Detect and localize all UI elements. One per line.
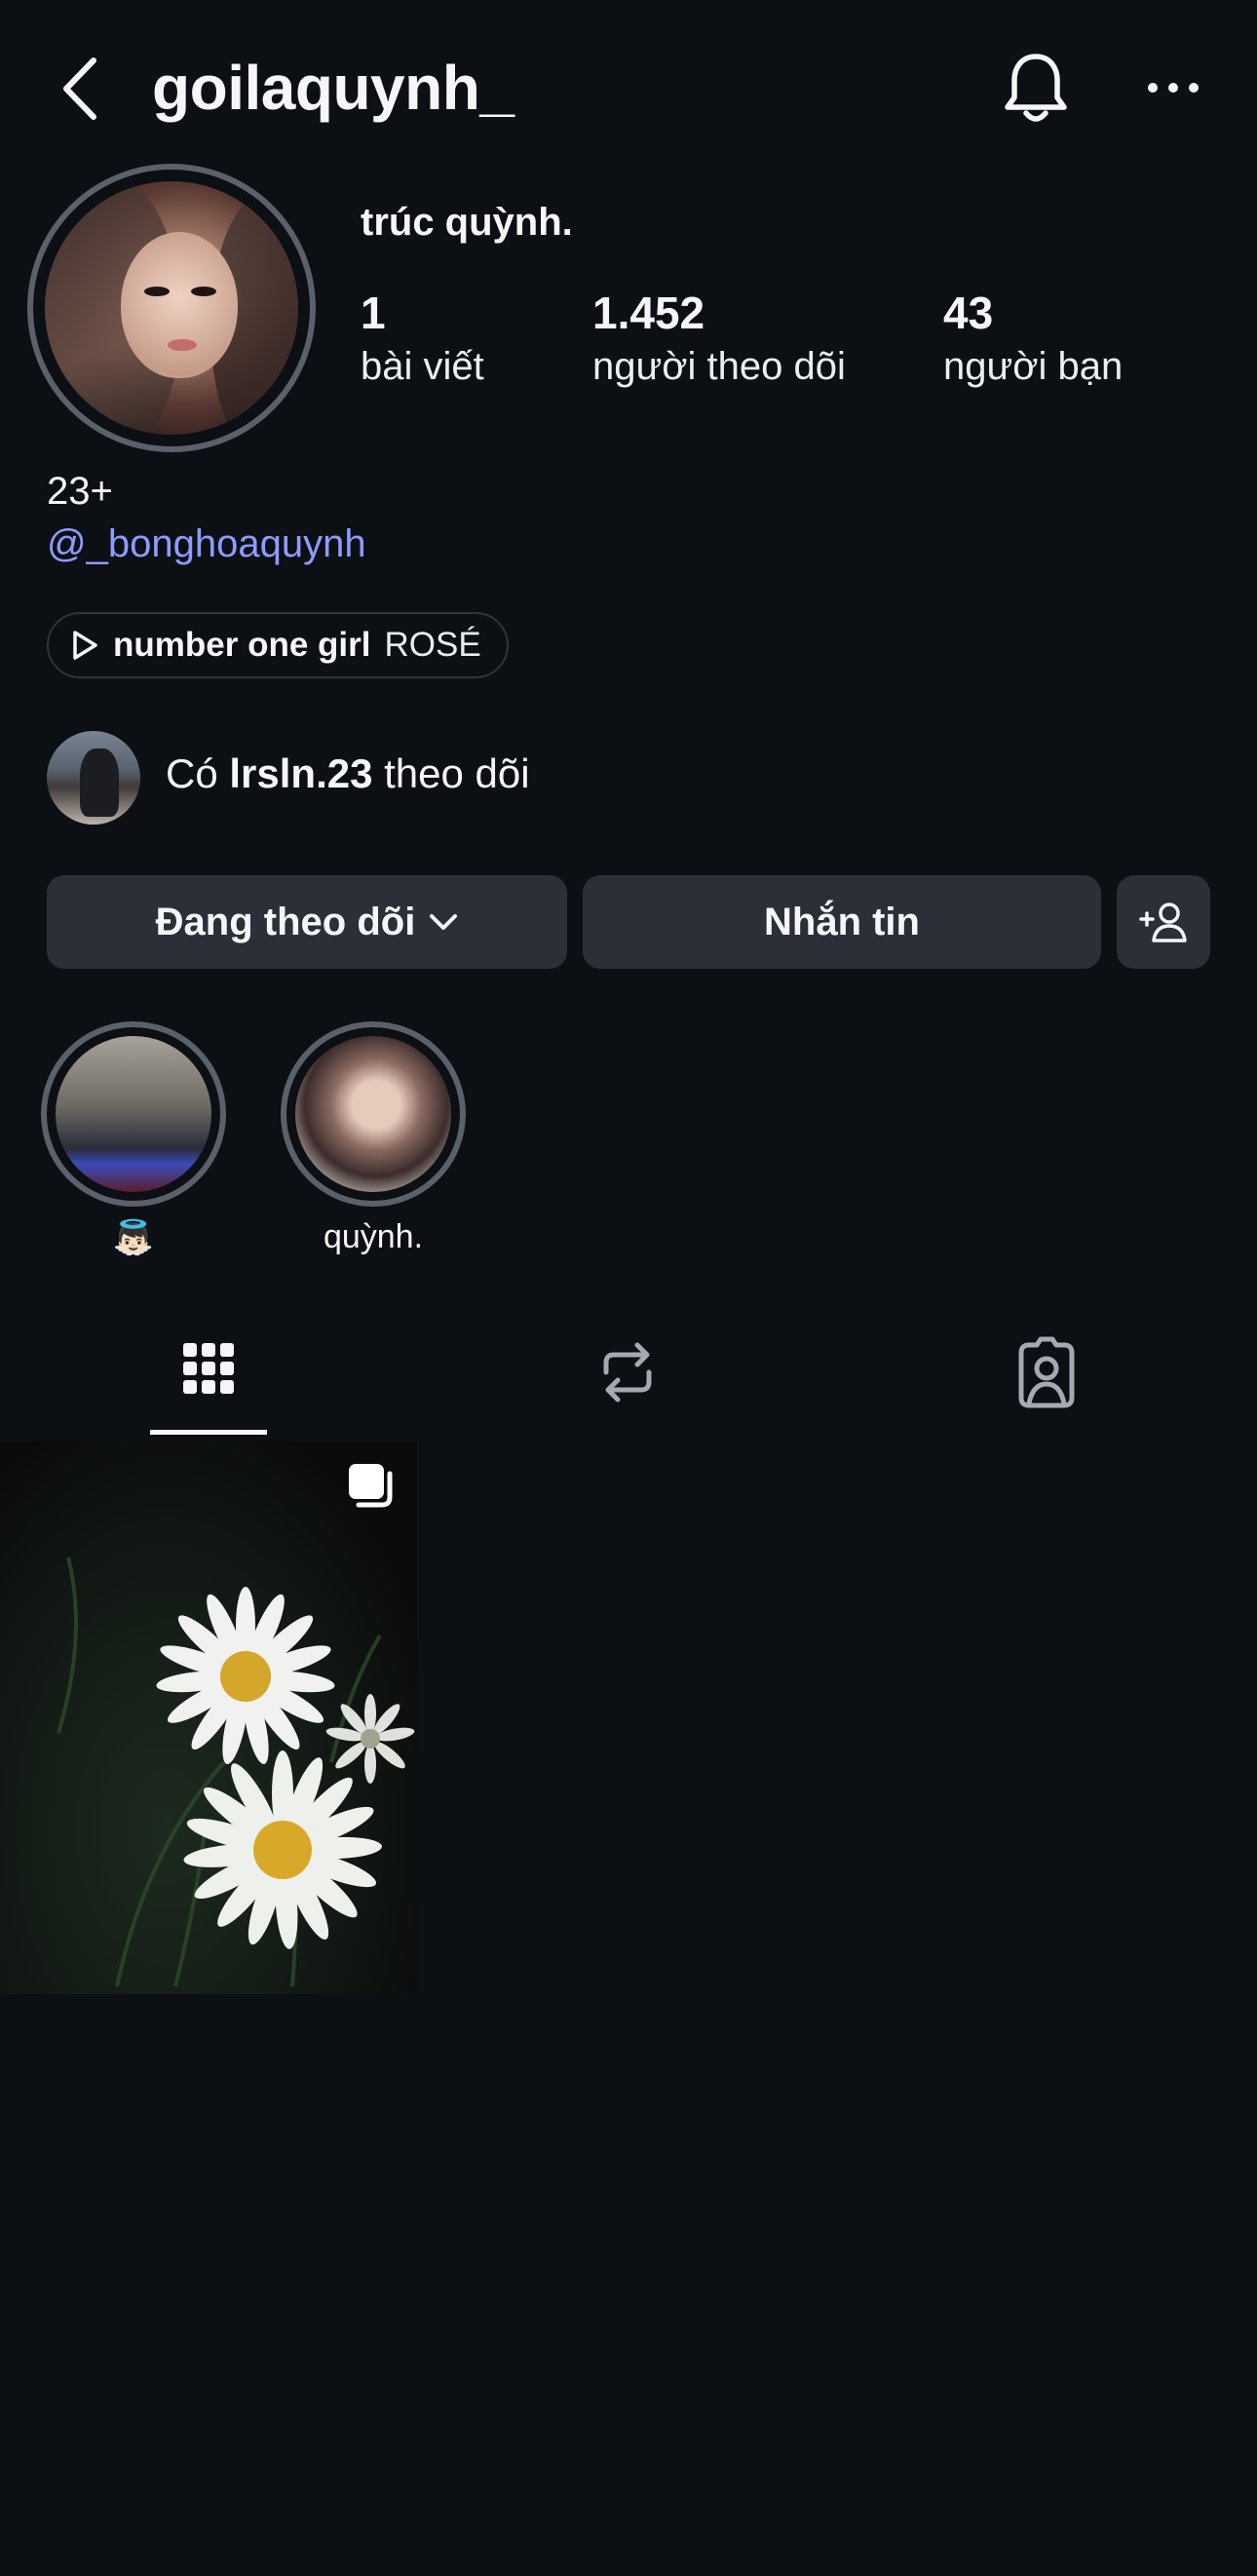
bell-icon [1005,54,1067,122]
profile-avatar[interactable] [45,181,298,435]
stat-value: 1 [361,288,386,338]
stat-posts[interactable]: 1 bài viết [361,287,484,389]
stat-friends[interactable]: 43 người bạn [943,287,1123,389]
followed-by-text[interactable]: Có lrsln.23 theo dõi [166,750,530,797]
grid-icon [183,1343,234,1394]
highlight-1[interactable] [56,1036,211,1192]
music-pill[interactable]: number one girl ROSÉ [47,612,509,678]
bio-link[interactable]: @_bonghoaquynh [47,522,366,566]
stat-value: 43 [943,288,994,338]
more-horizontal-icon [1148,83,1199,93]
followed-by-user[interactable]: lrsln.23 [229,750,372,796]
stat-label: người theo dõi [592,345,846,388]
chevron-left-icon [63,58,96,120]
play-icon [73,631,97,660]
stat-label: người bạn [943,345,1124,388]
tab-tagged[interactable] [1008,1333,1086,1411]
highlight-label: 👼🏻 [112,1219,155,1256]
carousel-icon [349,1464,393,1508]
stat-value: 1.452 [592,288,705,338]
active-tab-indicator [150,1430,267,1435]
followed-by-prefix: Có [166,750,218,796]
music-artist: ROSÉ [384,626,481,664]
highlight-2[interactable] [295,1036,451,1192]
post-thumbnail[interactable] [0,1441,417,1994]
following-label: Đang theo dõi [155,900,416,943]
chevron-down-icon [430,914,458,930]
daisy-photo [57,1557,415,1987]
stat-followers[interactable]: 1.452 người theo dõi [592,287,846,389]
highlight-label: quỳnh. [323,1218,424,1255]
repost-icon [603,1342,652,1403]
add-user-icon [1139,903,1187,942]
profile-username: goilaquynh_ [152,53,514,123]
tab-reposts[interactable] [589,1333,667,1411]
followed-by-avatar[interactable] [47,731,140,825]
stat-label: bài viết [361,345,484,388]
bio-text: 23+ [47,470,113,513]
notifications-button[interactable] [1000,49,1072,127]
more-options-button[interactable] [1146,68,1200,107]
message-button[interactable]: Nhắn tin [583,875,1101,969]
tab-posts-grid[interactable] [170,1333,248,1411]
music-song: number one girl [113,626,371,664]
followed-by-suffix: theo dõi [384,750,530,796]
add-friend-button[interactable] [1117,875,1210,969]
following-button[interactable]: Đang theo dõi [47,875,567,969]
tagged-icon [1018,1336,1075,1408]
display-name: trúc quỳnh. [361,201,573,244]
message-label: Nhắn tin [764,900,920,943]
back-button[interactable] [57,55,105,123]
